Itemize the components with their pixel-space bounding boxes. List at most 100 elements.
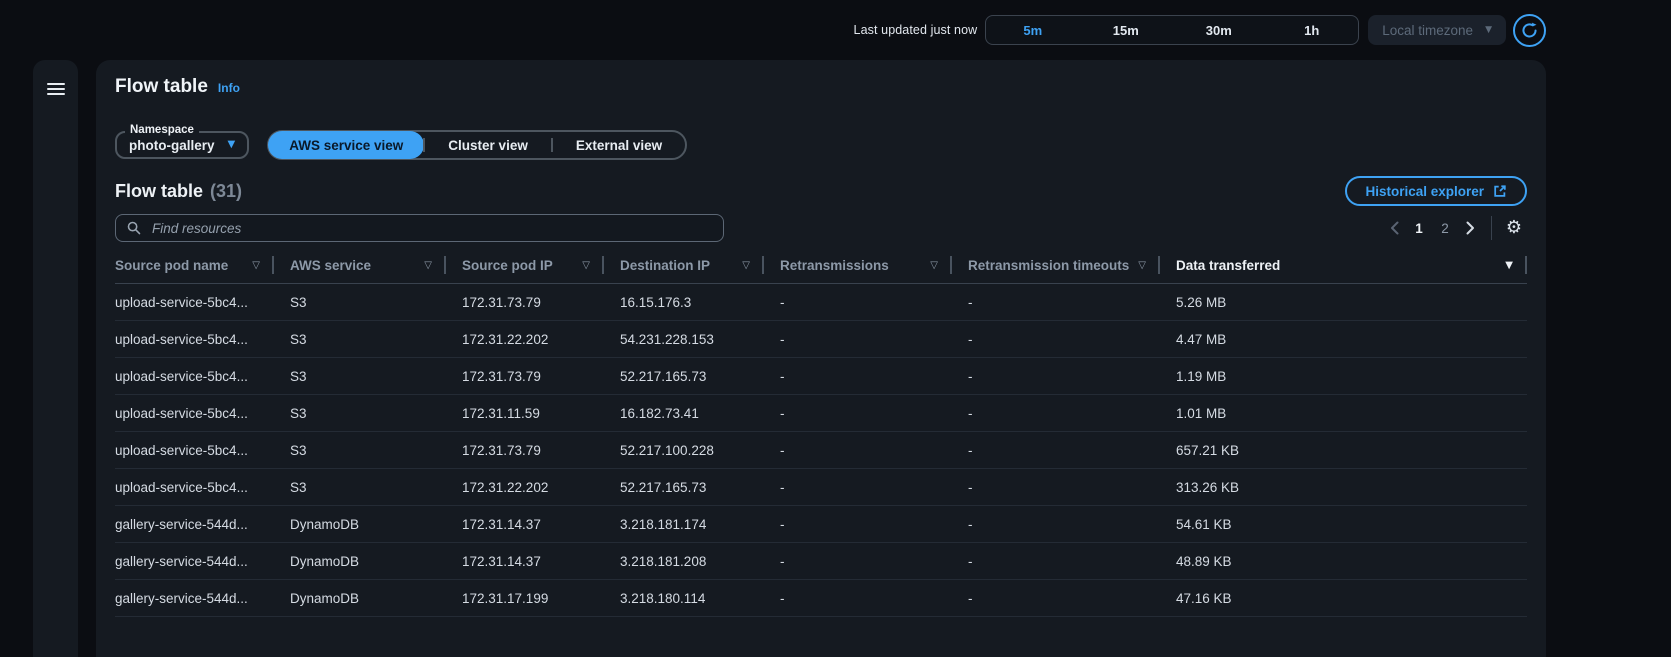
table-row[interactable]: upload-service-5bc4...S3172.31.73.7916.1…: [115, 284, 1527, 321]
table-row[interactable]: gallery-service-544d...DynamoDB172.31.14…: [115, 506, 1527, 543]
view-tab-aws-service-view[interactable]: AWS service view: [268, 131, 424, 159]
cell-source-pod-ip: 172.31.22.202: [462, 332, 620, 347]
cell-data-transferred: 313.26 KB: [1176, 480, 1527, 495]
table-row[interactable]: upload-service-5bc4...S3172.31.73.7952.2…: [115, 358, 1527, 395]
column-resize-handle[interactable]: [762, 256, 764, 274]
page-1-button[interactable]: 1: [1406, 215, 1432, 241]
table-section-header: Flow table (31) Historical explorer: [115, 176, 1527, 206]
column-header-source-pod-name[interactable]: Source pod name ▽: [115, 256, 290, 274]
column-header-data-transferred[interactable]: Data transferred ▼: [1176, 256, 1527, 274]
cell-source-pod-name: upload-service-5bc4...: [115, 332, 290, 347]
cell-retransmissions: -: [780, 406, 968, 421]
sort-descending-icon[interactable]: ▼: [1505, 260, 1513, 271]
table-row[interactable]: upload-service-5bc4...S3172.31.22.20254.…: [115, 321, 1527, 358]
cell-retransmissions: -: [780, 591, 968, 606]
filter-icon[interactable]: ▽: [252, 260, 260, 271]
cell-source-pod-ip: 172.31.73.79: [462, 443, 620, 458]
column-label: Source pod IP: [462, 258, 553, 273]
table-row[interactable]: upload-service-5bc4...S3172.31.73.7952.2…: [115, 432, 1527, 469]
column-label: Retransmission timeouts: [968, 258, 1129, 273]
column-header-retransmissions[interactable]: Retransmissions ▽: [780, 256, 968, 274]
table-count: (31): [210, 181, 242, 202]
cell-retransmission-timeouts: -: [968, 554, 1176, 569]
cell-aws-service: S3: [290, 443, 462, 458]
column-label: Retransmissions: [780, 258, 889, 273]
previous-page-button[interactable]: [1382, 216, 1406, 240]
cell-aws-service: S3: [290, 480, 462, 495]
column-resize-handle[interactable]: [1158, 256, 1160, 274]
chevron-down-icon: ▼: [1485, 26, 1492, 35]
column-header-aws-service[interactable]: AWS service ▽: [290, 256, 462, 274]
filter-icon[interactable]: ▽: [930, 260, 938, 271]
historical-explorer-button[interactable]: Historical explorer: [1345, 176, 1527, 206]
time-range-15m[interactable]: 15m: [1079, 16, 1172, 44]
namespace-value: photo-gallery: [129, 138, 215, 153]
column-resize-handle[interactable]: [1525, 256, 1527, 274]
table-row[interactable]: gallery-service-544d...DynamoDB172.31.14…: [115, 543, 1527, 580]
column-label: Data transferred: [1176, 258, 1280, 273]
table-row[interactable]: upload-service-5bc4...S3172.31.11.5916.1…: [115, 395, 1527, 432]
filter-icon[interactable]: ▽: [742, 260, 750, 271]
view-tab-cluster-view[interactable]: Cluster view: [425, 131, 551, 159]
cell-retransmission-timeouts: -: [968, 332, 1176, 347]
filter-icon[interactable]: ▽: [1138, 260, 1146, 271]
table-row[interactable]: gallery-service-544d...DynamoDB172.31.17…: [115, 580, 1527, 617]
column-resize-handle[interactable]: [602, 256, 604, 274]
table-title: Flow table: [115, 181, 203, 202]
column-header-destination-ip[interactable]: Destination IP ▽: [620, 256, 780, 274]
cell-retransmissions: -: [780, 480, 968, 495]
filter-icon[interactable]: ▽: [424, 260, 432, 271]
cell-destination-ip: 52.217.165.73: [620, 480, 780, 495]
cell-destination-ip: 16.182.73.41: [620, 406, 780, 421]
cell-destination-ip: 3.218.181.174: [620, 517, 780, 532]
sidebar-panel: [33, 60, 78, 657]
cell-data-transferred: 5.26 MB: [1176, 295, 1527, 310]
cell-source-pod-name: gallery-service-544d...: [115, 517, 290, 532]
column-header-source-pod-ip[interactable]: Source pod IP ▽: [462, 256, 620, 274]
namespace-label: Namespace: [125, 124, 199, 136]
page-numbers: 12: [1406, 215, 1458, 241]
table-settings-button[interactable]: ⚙: [1501, 215, 1527, 241]
namespace-select[interactable]: Namespace photo-gallery ▼: [115, 131, 249, 159]
cell-source-pod-name: upload-service-5bc4...: [115, 406, 290, 421]
refresh-icon: [1521, 22, 1538, 39]
view-toggle: AWS service viewCluster viewExternal vie…: [267, 130, 687, 160]
search-icon: [127, 221, 141, 235]
cell-source-pod-ip: 172.31.73.79: [462, 295, 620, 310]
column-label: Destination IP: [620, 258, 710, 273]
table-row[interactable]: upload-service-5bc4...S3172.31.22.20252.…: [115, 469, 1527, 506]
cell-destination-ip: 54.231.228.153: [620, 332, 780, 347]
cell-retransmissions: -: [780, 332, 968, 347]
next-page-button[interactable]: [1458, 216, 1482, 240]
cell-aws-service: S3: [290, 295, 462, 310]
column-label: Source pod name: [115, 258, 228, 273]
page-2-button[interactable]: 2: [1432, 215, 1458, 241]
cell-source-pod-name: upload-service-5bc4...: [115, 480, 290, 495]
cell-source-pod-ip: 172.31.73.79: [462, 369, 620, 384]
cell-retransmission-timeouts: -: [968, 517, 1176, 532]
column-header-retransmission-timeouts[interactable]: Retransmission timeouts ▽: [968, 256, 1176, 274]
cell-retransmissions: -: [780, 295, 968, 310]
column-resize-handle[interactable]: [950, 256, 952, 274]
search-box: [115, 214, 724, 242]
time-range-1h[interactable]: 1h: [1265, 16, 1358, 44]
view-tab-external-view[interactable]: External view: [553, 131, 685, 159]
time-range-5m[interactable]: 5m: [986, 16, 1079, 44]
timezone-select[interactable]: Local timezone ▼: [1368, 15, 1506, 45]
cell-data-transferred: 1.19 MB: [1176, 369, 1527, 384]
refresh-button[interactable]: [1513, 14, 1546, 47]
table-toolbar: 12 ⚙: [115, 214, 1527, 242]
cell-source-pod-ip: 172.31.22.202: [462, 480, 620, 495]
table-body: upload-service-5bc4...S3172.31.73.7916.1…: [115, 284, 1527, 617]
info-link[interactable]: Info: [218, 81, 240, 95]
filter-icon[interactable]: ▽: [582, 260, 590, 271]
search-input[interactable]: [150, 220, 712, 237]
cell-aws-service: DynamoDB: [290, 554, 462, 569]
cell-destination-ip: 3.218.180.114: [620, 591, 780, 606]
time-range-30m[interactable]: 30m: [1172, 16, 1265, 44]
column-resize-handle[interactable]: [272, 256, 274, 274]
column-label: AWS service: [290, 258, 371, 273]
cell-retransmissions: -: [780, 517, 968, 532]
menu-button[interactable]: [45, 78, 67, 100]
column-resize-handle[interactable]: [444, 256, 446, 274]
